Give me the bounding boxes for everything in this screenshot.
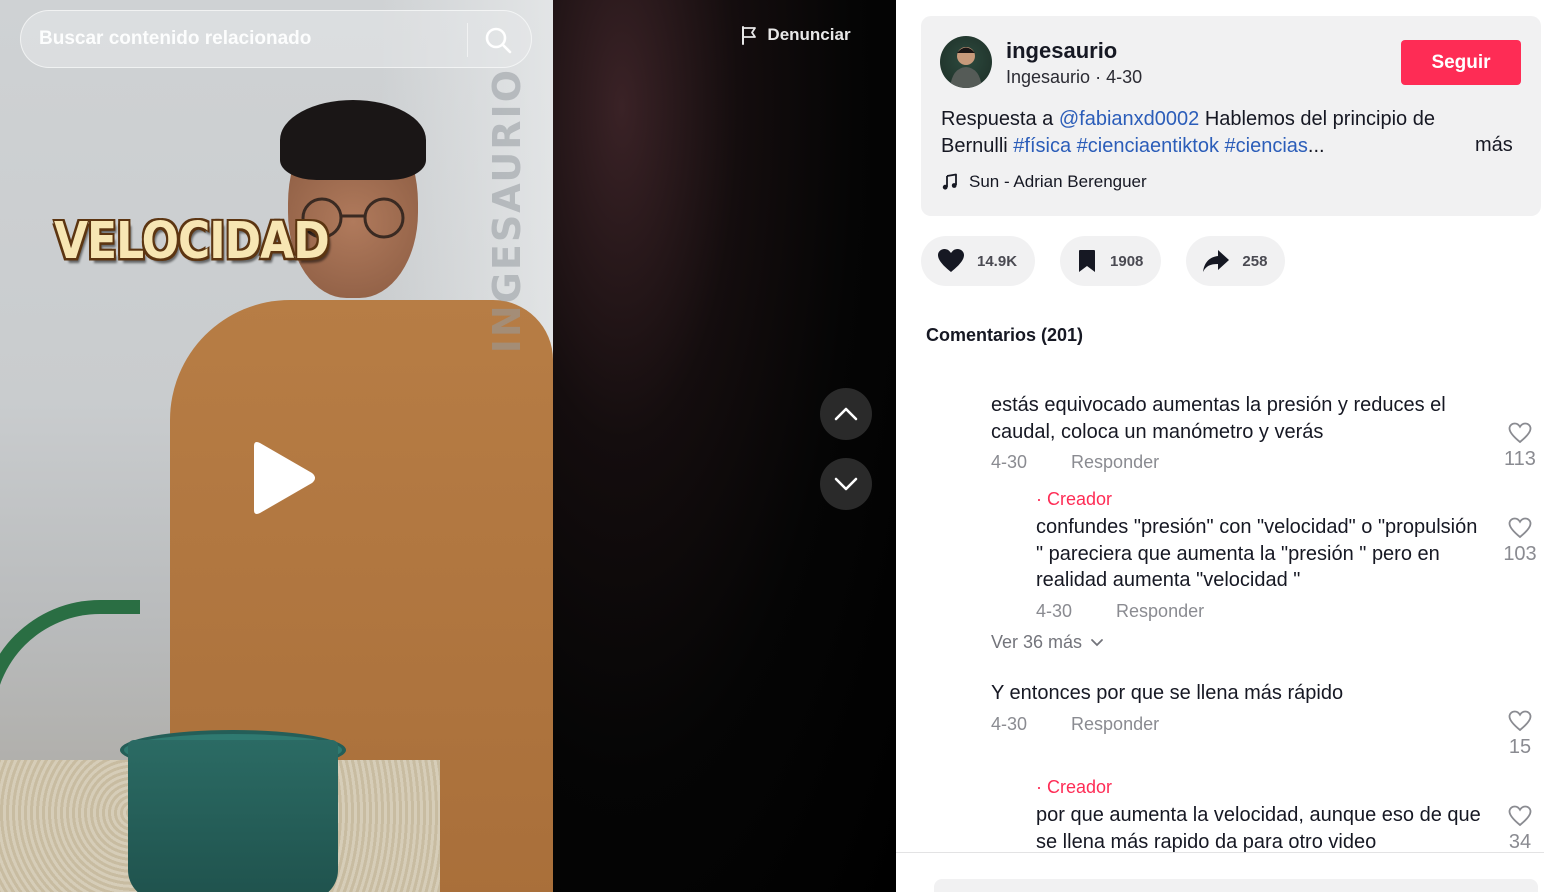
comment-date: 4-30 (1036, 600, 1073, 621)
comment-meta: 4-30 Responder (991, 452, 1481, 473)
share-arrow-icon (1203, 250, 1230, 272)
mention-link[interactable]: @fabianxd0002 (1059, 108, 1199, 130)
comment-meta: 4-30 Responder (991, 714, 1481, 735)
video-side-backdrop (553, 0, 896, 892)
search-icon[interactable] (483, 25, 513, 55)
next-video-button[interactable] (820, 458, 872, 510)
video-player[interactable]: VELOCIDAD INGESAURIO (0, 0, 553, 892)
video-overlay-text: VELOCIDAD (54, 212, 330, 271)
comment-composer-bar (896, 852, 1544, 892)
comment-text: Y entonces por que se llena más rápido (991, 682, 1344, 704)
video-area: VELOCIDAD INGESAURIO Denunciar (0, 0, 896, 892)
search-divider (467, 23, 468, 57)
comment-like-button[interactable]: 34 (1500, 805, 1540, 852)
creator-badge: · Creador (1036, 777, 1113, 797)
comment-like-button[interactable]: 113 (1500, 422, 1540, 471)
music-note-icon (942, 173, 957, 190)
comment-input[interactable] (934, 879, 1538, 892)
comment-like-count: 34 (1508, 831, 1532, 852)
hashtag-link[interactable]: #ciencias (1225, 135, 1308, 157)
video-hose (0, 600, 140, 780)
description-ellipsis: ... (1307, 135, 1325, 157)
comment-reply-item: · Creador por que aumenta la velocidad, … (1036, 777, 1486, 852)
comment-text: estás equivocado aumentas la presión y r… (991, 394, 1446, 443)
report-label: Denunciar (767, 25, 851, 44)
comment-like-button[interactable]: 103 (1500, 517, 1540, 566)
video-person-hair (280, 100, 426, 180)
avatar[interactable] (940, 36, 992, 88)
play-icon[interactable] (248, 440, 318, 516)
chevron-down-icon (834, 477, 858, 491)
music-title: Sun - Adrian Berenguer (969, 172, 1147, 191)
heart-outline-icon (1508, 805, 1532, 827)
previous-video-button[interactable] (820, 388, 872, 440)
description-prefix: Respuesta a (941, 108, 1059, 130)
comment-like-count: 113 (1504, 448, 1536, 470)
hashtag-link[interactable]: #cienciaentiktok (1077, 135, 1219, 157)
reply-button[interactable]: Responder (1071, 452, 1159, 473)
comment-item: estás equivocado aumentas la presión y r… (991, 392, 1481, 473)
post-date: 4-30 (1106, 67, 1143, 87)
share-button[interactable]: 258 (1186, 236, 1286, 286)
action-bar: 14.9K 1908 258 (921, 236, 1286, 286)
search-input[interactable] (39, 11, 459, 67)
heart-outline-icon (1508, 710, 1532, 732)
comment-item: Y entonces por que se llena más rápido 4… (991, 680, 1481, 735)
comment-text: por que aumenta la velocidad, aunque eso… (1036, 804, 1481, 852)
comments-list[interactable]: estás equivocado aumentas la presión y r… (896, 380, 1544, 852)
save-count: 1908 (1110, 252, 1144, 270)
like-count: 14.9K (977, 252, 1018, 270)
comment-text: confundes "presión" con "velocidad" o "p… (1036, 516, 1478, 591)
hashtag-link[interactable]: #física (1013, 135, 1071, 157)
reply-button[interactable]: Responder (1071, 714, 1159, 735)
follow-button[interactable]: Seguir (1401, 40, 1521, 85)
chevron-up-icon (834, 407, 858, 421)
save-button[interactable]: 1908 (1060, 236, 1162, 286)
author-username[interactable]: ingesaurio (1006, 38, 1117, 64)
comment-date: 4-30 (991, 452, 1028, 472)
video-bucket (128, 740, 338, 892)
view-more-label: Ver 36 más (991, 632, 1083, 652)
heart-outline-icon (1508, 517, 1532, 539)
separator-dot: · (1095, 67, 1107, 87)
details-panel: ingesaurio Ingesaurio · 4-30 Seguir Resp… (896, 0, 1544, 892)
author-nickname-date: Ingesaurio · 4-30 (1006, 67, 1142, 88)
comment-like-count: 103 (1503, 543, 1537, 565)
avatar-image (950, 47, 982, 88)
share-count: 258 (1242, 252, 1268, 270)
video-info-card: ingesaurio Ingesaurio · 4-30 Seguir Resp… (921, 16, 1541, 216)
chevron-down-icon (1091, 638, 1103, 646)
view-more-replies-button[interactable]: Ver 36 más (991, 632, 1104, 653)
music-info[interactable]: Sun - Adrian Berenguer (941, 172, 1147, 192)
comments-header: Comentarios (201) (926, 325, 1084, 345)
comment-like-count: 15 (1508, 736, 1532, 758)
author-nickname: Ingesaurio (1006, 67, 1091, 87)
bookmark-icon (1079, 250, 1096, 272)
comment-like-button[interactable]: 15 (1500, 710, 1540, 759)
comment-meta: 4-30 Responder (1036, 601, 1486, 622)
like-button[interactable]: 14.9K (921, 236, 1036, 286)
reply-button[interactable]: Responder (1116, 601, 1204, 622)
creator-badge: · Creador (1036, 489, 1113, 509)
heart-outline-icon (1508, 422, 1532, 444)
video-watermark: INGESAURIO (485, 68, 529, 354)
flag-icon (742, 26, 757, 45)
report-button[interactable]: Denunciar (724, 14, 866, 56)
description-more-button[interactable]: más (1475, 134, 1513, 157)
comment-reply-item: · Creador confundes "presión" con "veloc… (1036, 489, 1486, 622)
comment-date: 4-30 (991, 713, 1028, 734)
search-bar (20, 10, 532, 68)
heart-icon (938, 249, 964, 272)
video-description: Respuesta a @fabianxd0002 Hablemos del p… (941, 106, 1481, 160)
